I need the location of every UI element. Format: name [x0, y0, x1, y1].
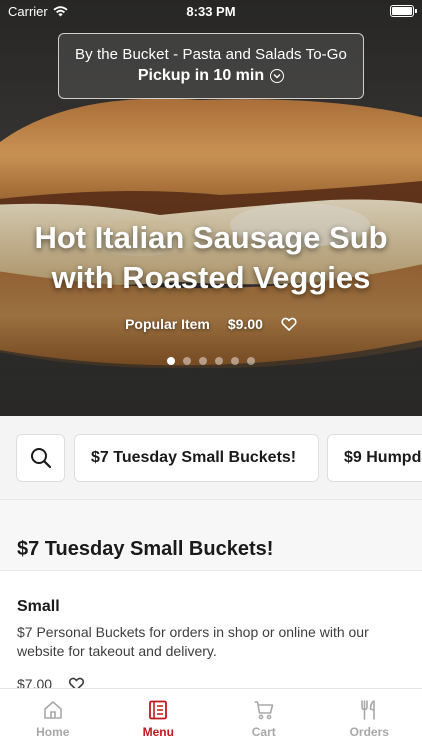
menu-item-description: $7 Personal Buckets for orders in shop o… — [17, 624, 369, 659]
category-chip-tuesday[interactable]: $7 Tuesday Small Buckets! — [74, 434, 319, 482]
battery-icon — [390, 5, 417, 17]
cart-icon — [254, 701, 274, 720]
carousel-dot[interactable] — [231, 357, 239, 365]
tab-menu-label: Menu — [142, 725, 174, 739]
featured-title-line-1: Hot Italian Sausage Sub — [34, 220, 388, 255]
featured-item-hero[interactable]: Carrier 8:33 PM By the Bucket - Pasta an… — [0, 0, 422, 416]
carousel-dot[interactable] — [167, 357, 175, 365]
tab-menu[interactable]: Menu — [106, 689, 212, 750]
clock: 8:33 PM — [186, 4, 236, 19]
heart-icon[interactable] — [281, 316, 297, 332]
carousel-dot[interactable] — [215, 357, 223, 365]
menu-item-name: Small — [17, 598, 60, 615]
carousel-dot[interactable] — [199, 357, 207, 365]
tab-home[interactable]: Home — [0, 689, 106, 750]
search-icon — [30, 448, 51, 469]
chevron-down-icon — [270, 69, 285, 83]
carousel-indicator[interactable] — [0, 357, 422, 365]
tab-home-label: Home — [36, 725, 70, 739]
pickup-label: Pickup in 10 min — [137, 67, 265, 84]
popular-tag: Popular Item — [125, 316, 210, 332]
fork-knife-icon — [361, 700, 376, 720]
tab-orders-label: Orders — [349, 725, 389, 739]
status-bar: Carrier 8:33 PM — [0, 0, 422, 22]
tab-cart-label: Cart — [251, 725, 276, 739]
tab-cart[interactable]: Cart — [211, 689, 317, 750]
category-chip-humpday[interactable]: $9 Humpday — [327, 434, 422, 482]
featured-title-line-2: with Roasted Veggies — [51, 260, 371, 295]
featured-price: $9.00 — [227, 316, 263, 332]
category-bar: $7 Tuesday Small Buckets! $9 Humpday — [0, 416, 422, 500]
section-title: $7 Tuesday Small Buckets! — [17, 538, 274, 560]
menu-icon — [149, 700, 168, 720]
carousel-dot[interactable] — [247, 357, 255, 365]
featured-item-title: Hot Italian Sausage Sub with Roasted Veg… — [0, 218, 422, 298]
tab-bar: Home Menu Cart Orders — [0, 688, 422, 750]
restaurant-name: By the Bucket - Pasta and Salads To-Go — [74, 46, 347, 63]
home-icon — [43, 701, 62, 719]
pickup-time: Pickup in 10 min — [59, 67, 363, 85]
menu-item[interactable]: Small $7 Personal Buckets for orders in … — [0, 571, 422, 692]
restaurant-selector[interactable]: By the Bucket - Pasta and Salads To-Go P… — [58, 33, 364, 99]
featured-item-meta: Popular Item $9.00 — [0, 316, 422, 332]
search-button[interactable] — [16, 434, 65, 482]
tab-orders[interactable]: Orders — [317, 689, 422, 750]
carousel-dot[interactable] — [183, 357, 191, 365]
